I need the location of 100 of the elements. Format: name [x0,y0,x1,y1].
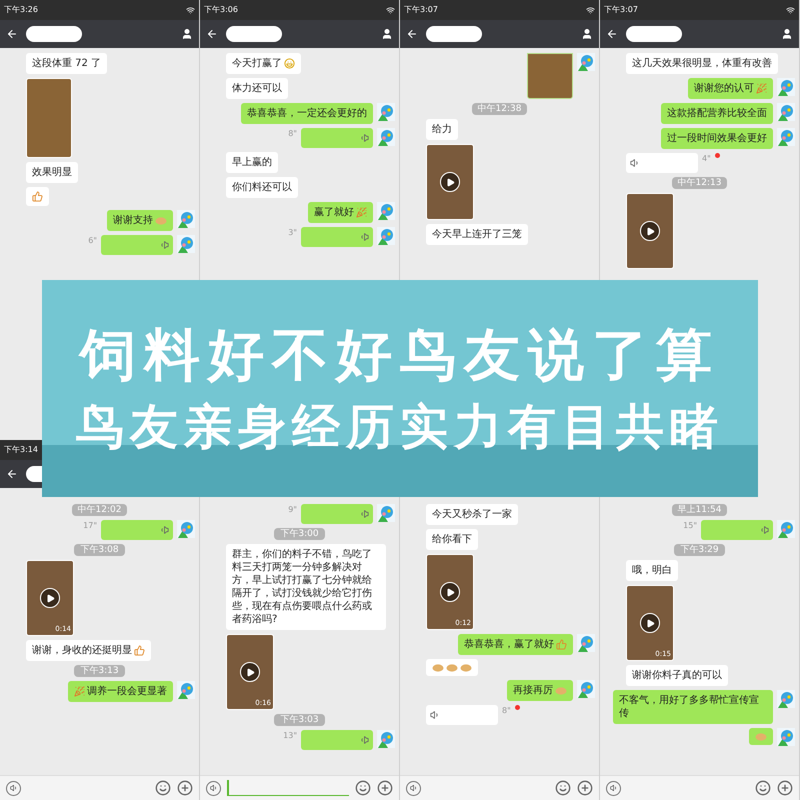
banner-subheadline: 鸟友亲身经历实力有目共睹 [76,398,724,454]
play-icon[interactable] [640,221,660,241]
profile-icon[interactable] [181,28,193,40]
sound-wave-icon [759,525,769,535]
cartoon-avatar [777,103,795,121]
message-text: 给力 [432,123,452,136]
cartoon-avatar [177,235,195,253]
back-icon[interactable] [606,28,618,40]
cartoon-avatar [377,103,395,121]
voice-duration: 6" [88,235,97,247]
message-text: 再接再厉 [513,684,553,697]
photo-placeholder[interactable] [527,53,573,99]
back-icon[interactable] [206,28,218,40]
timestamp: 下午3:13 [74,665,125,677]
message-text: 今天又秒杀了一家 [432,508,512,521]
cartoon-avatar [577,680,595,698]
redaction-mark [626,26,682,42]
play-icon[interactable] [440,172,460,192]
redaction-mark [226,26,282,42]
sound-wave-icon [359,133,369,143]
status-time: 下午3:06 [204,4,238,16]
sound-wave-icon [159,240,169,250]
sound-wave-icon [159,525,169,535]
voice-input-icon[interactable] [6,780,21,796]
emoji-icon[interactable] [355,780,371,796]
message-input[interactable] [227,780,349,796]
message-text: 群主，你们的料子不错，鸟吃了料三天打两笼一分钟多解决对方，早上试打打赢了七分钟就给隔开了，试打没钱就少给它打伤些，现在有点伤要喂点什么药或者药浴吗? [232,548,373,626]
back-icon[interactable] [406,28,418,40]
cartoon-avatar [377,730,395,748]
sound-wave-icon [359,509,369,519]
sound-wave-icon [359,232,369,242]
voice-duration: 17" [83,520,97,532]
voice-input-icon[interactable] [206,780,221,796]
wifi-icon [386,6,395,14]
profile-icon[interactable] [381,28,393,40]
message-text: 效果明显 [32,166,72,179]
message-text: 这款搭配营养比较全面 [667,107,767,120]
message-text: 早上赢的 [232,156,272,169]
play-icon[interactable] [40,588,60,608]
play-icon[interactable] [240,662,260,682]
plus-icon[interactable] [377,780,393,796]
voice-input-icon[interactable] [606,780,621,796]
message-text: 不客气，用好了多多帮忙宣传宣传 [619,694,760,720]
back-icon[interactable] [6,28,18,40]
timestamp: 下午3:08 [74,544,125,556]
cartoon-avatar [177,520,195,538]
status-time: 下午3:14 [4,444,38,456]
message-text: 今天打赢了 [232,57,282,70]
sound-wave-icon [359,735,369,745]
cartoon-avatar [577,53,595,71]
plus-icon[interactable] [777,780,793,796]
message-text: 体力还可以 [232,82,282,95]
timestamp: 中午12:13 [672,177,728,189]
back-icon[interactable] [6,468,18,480]
timestamp: 早上11:54 [672,504,728,516]
cartoon-avatar [777,520,795,538]
profile-icon[interactable] [581,28,593,40]
cartoon-avatar [377,128,395,146]
wifi-icon [586,6,595,14]
cartoon-avatar [177,681,195,699]
emoji-icon[interactable] [555,780,571,796]
message-text: 谢谢，身收的还挺明显 [32,644,132,657]
video-thumbnail[interactable] [626,193,674,269]
voice-duration: 4" [702,153,711,165]
plus-icon[interactable] [177,780,193,796]
wifi-icon [786,6,795,14]
cartoon-avatar [377,227,395,245]
message-text: 哦，明白 [632,564,672,577]
message-text: 谢谢你料子真的可以 [632,669,722,682]
timestamp: 下午3:29 [674,544,725,556]
message-text: 谢谢支持 [113,214,153,227]
play-icon[interactable] [440,582,460,602]
message-text: 调养一段会更显著 [87,685,167,698]
cartoon-avatar [177,210,195,228]
redaction-mark [26,26,82,42]
emoji-icon[interactable] [155,780,171,796]
message-text: 你们料还可以 [232,181,292,194]
redaction-mark [426,26,482,42]
timestamp: 中午12:02 [72,504,128,516]
profile-icon[interactable] [781,28,793,40]
banner-headline: 饲料好不好鸟友说了算 [80,322,720,386]
status-time: 下午3:26 [4,4,38,16]
message-text: 这段体重 72 了 [32,57,102,70]
status-time: 下午3:07 [604,4,638,16]
voice-duration: 15" [683,520,697,532]
voice-duration: 13" [283,730,297,742]
timestamp: 下午3:00 [274,528,325,540]
message-text: 恭喜恭喜，一定还会更好的 [247,107,367,120]
message-text: 今天早上连开了三笼 [432,228,522,241]
cartoon-avatar [577,634,595,652]
status-time: 下午3:07 [404,4,438,16]
plus-icon[interactable] [577,780,593,796]
cartoon-avatar [777,728,795,746]
play-icon[interactable] [640,613,660,633]
message-text: 赢了就好 [314,206,354,219]
voice-input-icon[interactable] [406,780,421,796]
message-text: 恭喜恭喜，赢了就好 [464,638,554,651]
emoji-icon[interactable] [755,780,771,796]
video-thumbnail[interactable] [426,144,474,220]
voice-duration: 9" [288,504,297,516]
